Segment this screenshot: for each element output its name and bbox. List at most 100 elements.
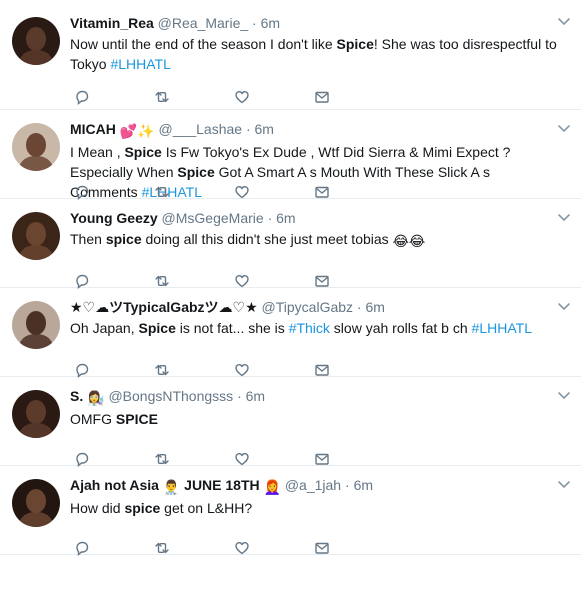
highlighted-keyword: Spice (336, 36, 374, 52)
hashtag-link[interactable]: #Thick (289, 320, 330, 336)
text-segment: slow yah rolls fat b ch (329, 320, 472, 336)
tweet[interactable]: S. 👩‍🔬 @BongsNThongsss · 6m OMFG SPICE (0, 377, 581, 467)
text-segment: is not fat... she is (175, 320, 289, 336)
chevron-down-icon (558, 18, 570, 26)
reply-button[interactable] (74, 88, 154, 106)
tweet[interactable]: MICAH 💕✨ @___Lashae · 6m I Mean , Spice I… (0, 110, 581, 200)
highlighted-keyword: SPICE (115, 411, 158, 427)
avatar-image (18, 222, 54, 260)
tweet-text: Now until the end of the season I don't … (70, 34, 557, 74)
text-segment: I Mean , (70, 144, 125, 160)
reply-icon (76, 274, 89, 289)
like-button[interactable] (234, 539, 314, 557)
highlighted-keyword: spice (105, 231, 142, 247)
avatar[interactable] (12, 212, 60, 260)
avatar-image (18, 489, 54, 527)
display-name[interactable]: MICAH (70, 121, 116, 137)
highlighted-keyword: Spice (124, 144, 162, 160)
avatar-image (18, 27, 54, 65)
reply-button[interactable] (74, 539, 154, 557)
more-options-button[interactable] (557, 299, 571, 311)
reply-icon (76, 363, 89, 378)
meta-separator: · (252, 15, 257, 31)
text-segment: doing all this didn't she just meet tobi… (141, 231, 393, 247)
avatar[interactable] (12, 390, 60, 438)
tweet-content: ★♡☁ツTypicalGabzツ☁♡★ @TipycalGabz · 6m Oh … (70, 298, 557, 338)
timestamp[interactable]: 6m (354, 477, 373, 493)
tweet[interactable]: Vitamin_Rea @Rea_Marie_ · 6m Now until th… (0, 0, 581, 110)
heart-icon (235, 186, 249, 199)
more-options-button[interactable] (557, 210, 571, 222)
heart-icon (235, 542, 249, 555)
reply-icon (76, 452, 89, 467)
username[interactable]: @___Lashae (159, 121, 243, 137)
tweet-actions (74, 88, 394, 106)
tweet-text: Oh Japan, Spice is not fat... she is #Th… (70, 318, 557, 338)
display-name[interactable]: ★♡☁ツTypicalGabzツ☁♡★ (70, 299, 258, 315)
text-segment: Oh Japan, (70, 320, 139, 336)
tweet-header: S. 👩‍🔬 @BongsNThongsss · 6m (70, 387, 557, 407)
avatar-image (18, 311, 54, 349)
heart-icon (235, 453, 249, 466)
name-suffix-emoji: 👩‍🦰 (263, 479, 281, 495)
display-name[interactable]: Young Geezy (70, 210, 158, 226)
text-segment: How did (70, 500, 125, 516)
tweet[interactable]: Young Geezy @MsGegeMarie · 6m Then spice … (0, 199, 581, 289)
more-options-button[interactable] (557, 477, 571, 489)
text-segment: Now until the end of the season I don't … (70, 36, 337, 52)
retweet-icon (155, 91, 169, 103)
avatar[interactable] (12, 123, 60, 171)
more-options-button[interactable] (557, 14, 571, 26)
username[interactable]: @BongsNThongsss (108, 388, 233, 404)
hashtag-link[interactable]: #LHHATL (110, 56, 170, 72)
emoji: 😂😂 (392, 233, 426, 249)
username[interactable]: @MsGegeMarie (162, 210, 264, 226)
tweet-header: Ajah not Asia 👨‍⚕️ JUNE 18TH 👩‍🦰 @a_1jah… (70, 476, 557, 496)
timestamp[interactable]: 6m (255, 121, 274, 137)
timestamp[interactable]: 6m (261, 15, 280, 31)
tweet-header: ★♡☁ツTypicalGabzツ☁♡★ @TipycalGabz · 6m (70, 298, 557, 316)
avatar[interactable] (12, 17, 60, 65)
username[interactable]: @TipycalGabz (262, 299, 354, 315)
username[interactable]: @Rea_Marie_ (158, 15, 248, 31)
chevron-down-icon (558, 214, 570, 222)
heart-icon (235, 275, 249, 288)
tweet-header: Young Geezy @MsGegeMarie · 6m (70, 209, 557, 227)
retweet-button[interactable] (154, 539, 234, 557)
meta-separator: · (237, 388, 242, 404)
display-name[interactable]: Ajah not Asia (70, 477, 159, 493)
text-segment: get on L&HH? (160, 500, 253, 516)
chevron-down-icon (558, 303, 570, 311)
meta-separator: · (356, 299, 362, 315)
more-options-button[interactable] (557, 388, 571, 400)
more-options-button[interactable] (557, 121, 571, 133)
tweet-content: Ajah not Asia 👨‍⚕️ JUNE 18TH 👩‍🦰 @a_1jah… (70, 476, 557, 518)
envelope-icon (315, 186, 329, 198)
meta-separator: · (345, 477, 350, 493)
tweet[interactable]: Ajah not Asia 👨‍⚕️ JUNE 18TH 👩‍🦰 @a_1jah… (0, 466, 581, 557)
display-name[interactable]: Vitamin_Rea (70, 15, 154, 31)
timestamp[interactable]: 6m (365, 299, 384, 315)
timestamp[interactable]: 6m (246, 388, 265, 404)
direct-message-button[interactable] (314, 539, 394, 557)
envelope-icon (315, 542, 329, 554)
text-segment: Then (70, 231, 106, 247)
reply-icon (76, 90, 89, 105)
avatar[interactable] (12, 301, 60, 349)
envelope-icon (315, 453, 329, 465)
hashtag-link[interactable]: #LHHATL (472, 320, 532, 336)
avatar[interactable] (12, 479, 60, 527)
display-name-suffix[interactable]: JUNE 18TH (184, 477, 259, 493)
direct-message-button[interactable] (314, 88, 394, 106)
avatar-image (18, 400, 54, 438)
timestamp[interactable]: 6m (276, 210, 295, 226)
reply-icon (76, 185, 89, 200)
tweet-actions (74, 539, 394, 557)
tweet[interactable]: ★♡☁ツTypicalGabzツ☁♡★ @TipycalGabz · 6m Oh … (0, 288, 581, 378)
tweet-content: Vitamin_Rea @Rea_Marie_ · 6m Now until th… (70, 14, 557, 74)
retweet-button[interactable] (154, 88, 234, 106)
like-button[interactable] (234, 88, 314, 106)
display-name[interactable]: S. (70, 388, 83, 404)
tweet-content: Young Geezy @MsGegeMarie · 6m Then spice … (70, 209, 557, 251)
username[interactable]: @a_1jah (285, 477, 341, 493)
